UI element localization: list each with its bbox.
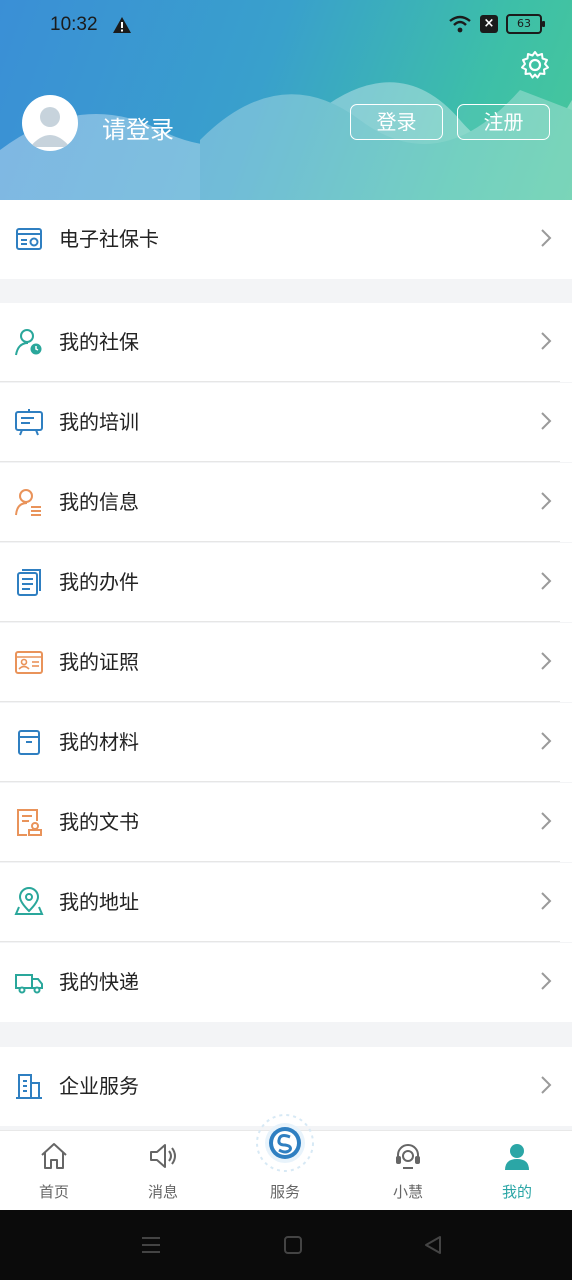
menu-item-label: 我的文书 xyxy=(59,810,139,834)
menu-item-info[interactable]: 我的信息 xyxy=(0,463,572,542)
tab-messages[interactable]: 消息 xyxy=(118,1131,208,1211)
menu-item-social-security[interactable]: 我的社保 xyxy=(0,303,572,382)
divider xyxy=(0,941,560,942)
speaker-icon xyxy=(150,1144,176,1168)
tab-label: 服务 xyxy=(269,1183,300,1201)
menu-item-licenses[interactable]: 我的证照 xyxy=(0,623,572,702)
menu-item-training[interactable]: 我的培训 xyxy=(0,383,572,462)
documents-icon xyxy=(17,569,41,596)
menu-item-label: 我的快递 xyxy=(59,970,139,994)
menu-item-writs[interactable]: 我的文书 xyxy=(0,783,572,862)
tab-label: 我的 xyxy=(501,1183,532,1201)
social-card-icon xyxy=(16,228,42,250)
tab-label: 消息 xyxy=(147,1183,178,1201)
chevron-right-icon xyxy=(541,972,552,990)
menu-item-label: 我的证照 xyxy=(59,650,139,674)
menu-lines-icon[interactable] xyxy=(140,1234,162,1256)
menu-item-label: 我的办件 xyxy=(59,570,139,594)
status-time: 10:32 xyxy=(50,14,98,35)
chevron-right-icon xyxy=(541,732,552,750)
home-square-icon[interactable] xyxy=(282,1234,304,1256)
menu-item-label: 我的地址 xyxy=(59,890,139,914)
menu-item-label: 我的培训 xyxy=(59,410,139,434)
user-avatar-icon xyxy=(30,107,70,147)
status-bar: 10:32 × 63 xyxy=(0,10,572,42)
person-info-icon xyxy=(15,489,41,516)
chevron-right-icon xyxy=(541,1076,552,1094)
avatar[interactable] xyxy=(22,95,78,151)
chevron-right-icon xyxy=(541,812,552,830)
divider xyxy=(0,541,560,542)
menu-item-label: 电子社保卡 xyxy=(59,227,159,251)
divider xyxy=(0,621,560,622)
headset-icon xyxy=(396,1144,420,1169)
bottom-tab-bar: 首页 消息 服务 小慧 我的 xyxy=(0,1114,572,1211)
menu-item-social-card[interactable]: 电子社保卡 xyxy=(0,200,572,279)
location-pin-icon xyxy=(14,887,44,915)
warning-icon xyxy=(113,17,131,33)
tab-label: 首页 xyxy=(38,1183,69,1201)
login-prompt[interactable]: 请登录 xyxy=(102,110,174,145)
menu-item-express[interactable]: 我的快递 xyxy=(0,943,572,1022)
building-icon xyxy=(16,1074,42,1099)
training-board-icon xyxy=(15,409,43,436)
chevron-right-icon xyxy=(541,492,552,510)
settings-gear-icon[interactable] xyxy=(520,50,550,80)
profile-header: 10:32 × 63 请登录 登录 注册 xyxy=(0,0,572,200)
id-card-icon xyxy=(15,651,43,674)
menu-item-label: 我的信息 xyxy=(59,490,139,514)
home-icon xyxy=(41,1143,67,1169)
register-button[interactable]: 注册 xyxy=(457,104,550,140)
tab-home[interactable]: 首页 xyxy=(9,1131,99,1211)
delivery-truck-icon xyxy=(15,974,43,994)
battery-indicator: 63 xyxy=(506,14,545,34)
services-logo-icon xyxy=(256,1114,314,1172)
tab-label: 小慧 xyxy=(392,1183,423,1201)
login-button[interactable]: 登录 xyxy=(350,104,443,140)
menu-item-label: 我的社保 xyxy=(59,330,139,354)
chevron-right-icon xyxy=(541,572,552,590)
chevron-right-icon xyxy=(541,652,552,670)
menu-item-address[interactable]: 我的地址 xyxy=(0,863,572,942)
tab-assistant[interactable]: 小慧 xyxy=(363,1131,453,1211)
divider xyxy=(0,701,560,702)
menu-item-label: 我的材料 xyxy=(59,730,139,754)
chevron-right-icon xyxy=(541,892,552,910)
divider xyxy=(0,781,560,782)
menu-item-cases[interactable]: 我的办件 xyxy=(0,543,572,622)
menu-item-label: 企业服务 xyxy=(59,1074,139,1098)
chevron-right-icon xyxy=(541,229,552,247)
system-nav-bar xyxy=(0,1210,572,1280)
folder-box-icon xyxy=(18,730,40,755)
tab-services[interactable]: 服务 xyxy=(240,1114,330,1211)
chevron-right-icon xyxy=(541,332,552,350)
chevron-right-icon xyxy=(541,412,552,430)
divider xyxy=(0,381,560,382)
user-filled-icon xyxy=(505,1144,529,1170)
stamp-document-icon xyxy=(17,809,42,836)
menu-item-materials[interactable]: 我的材料 xyxy=(0,703,572,782)
person-clock-icon xyxy=(15,329,42,356)
tab-mine[interactable]: 我的 xyxy=(472,1131,562,1211)
back-triangle-icon[interactable] xyxy=(422,1234,444,1256)
divider xyxy=(0,461,560,462)
sim-off-icon: × xyxy=(480,15,498,33)
wifi-icon xyxy=(449,15,471,33)
divider xyxy=(0,861,560,862)
